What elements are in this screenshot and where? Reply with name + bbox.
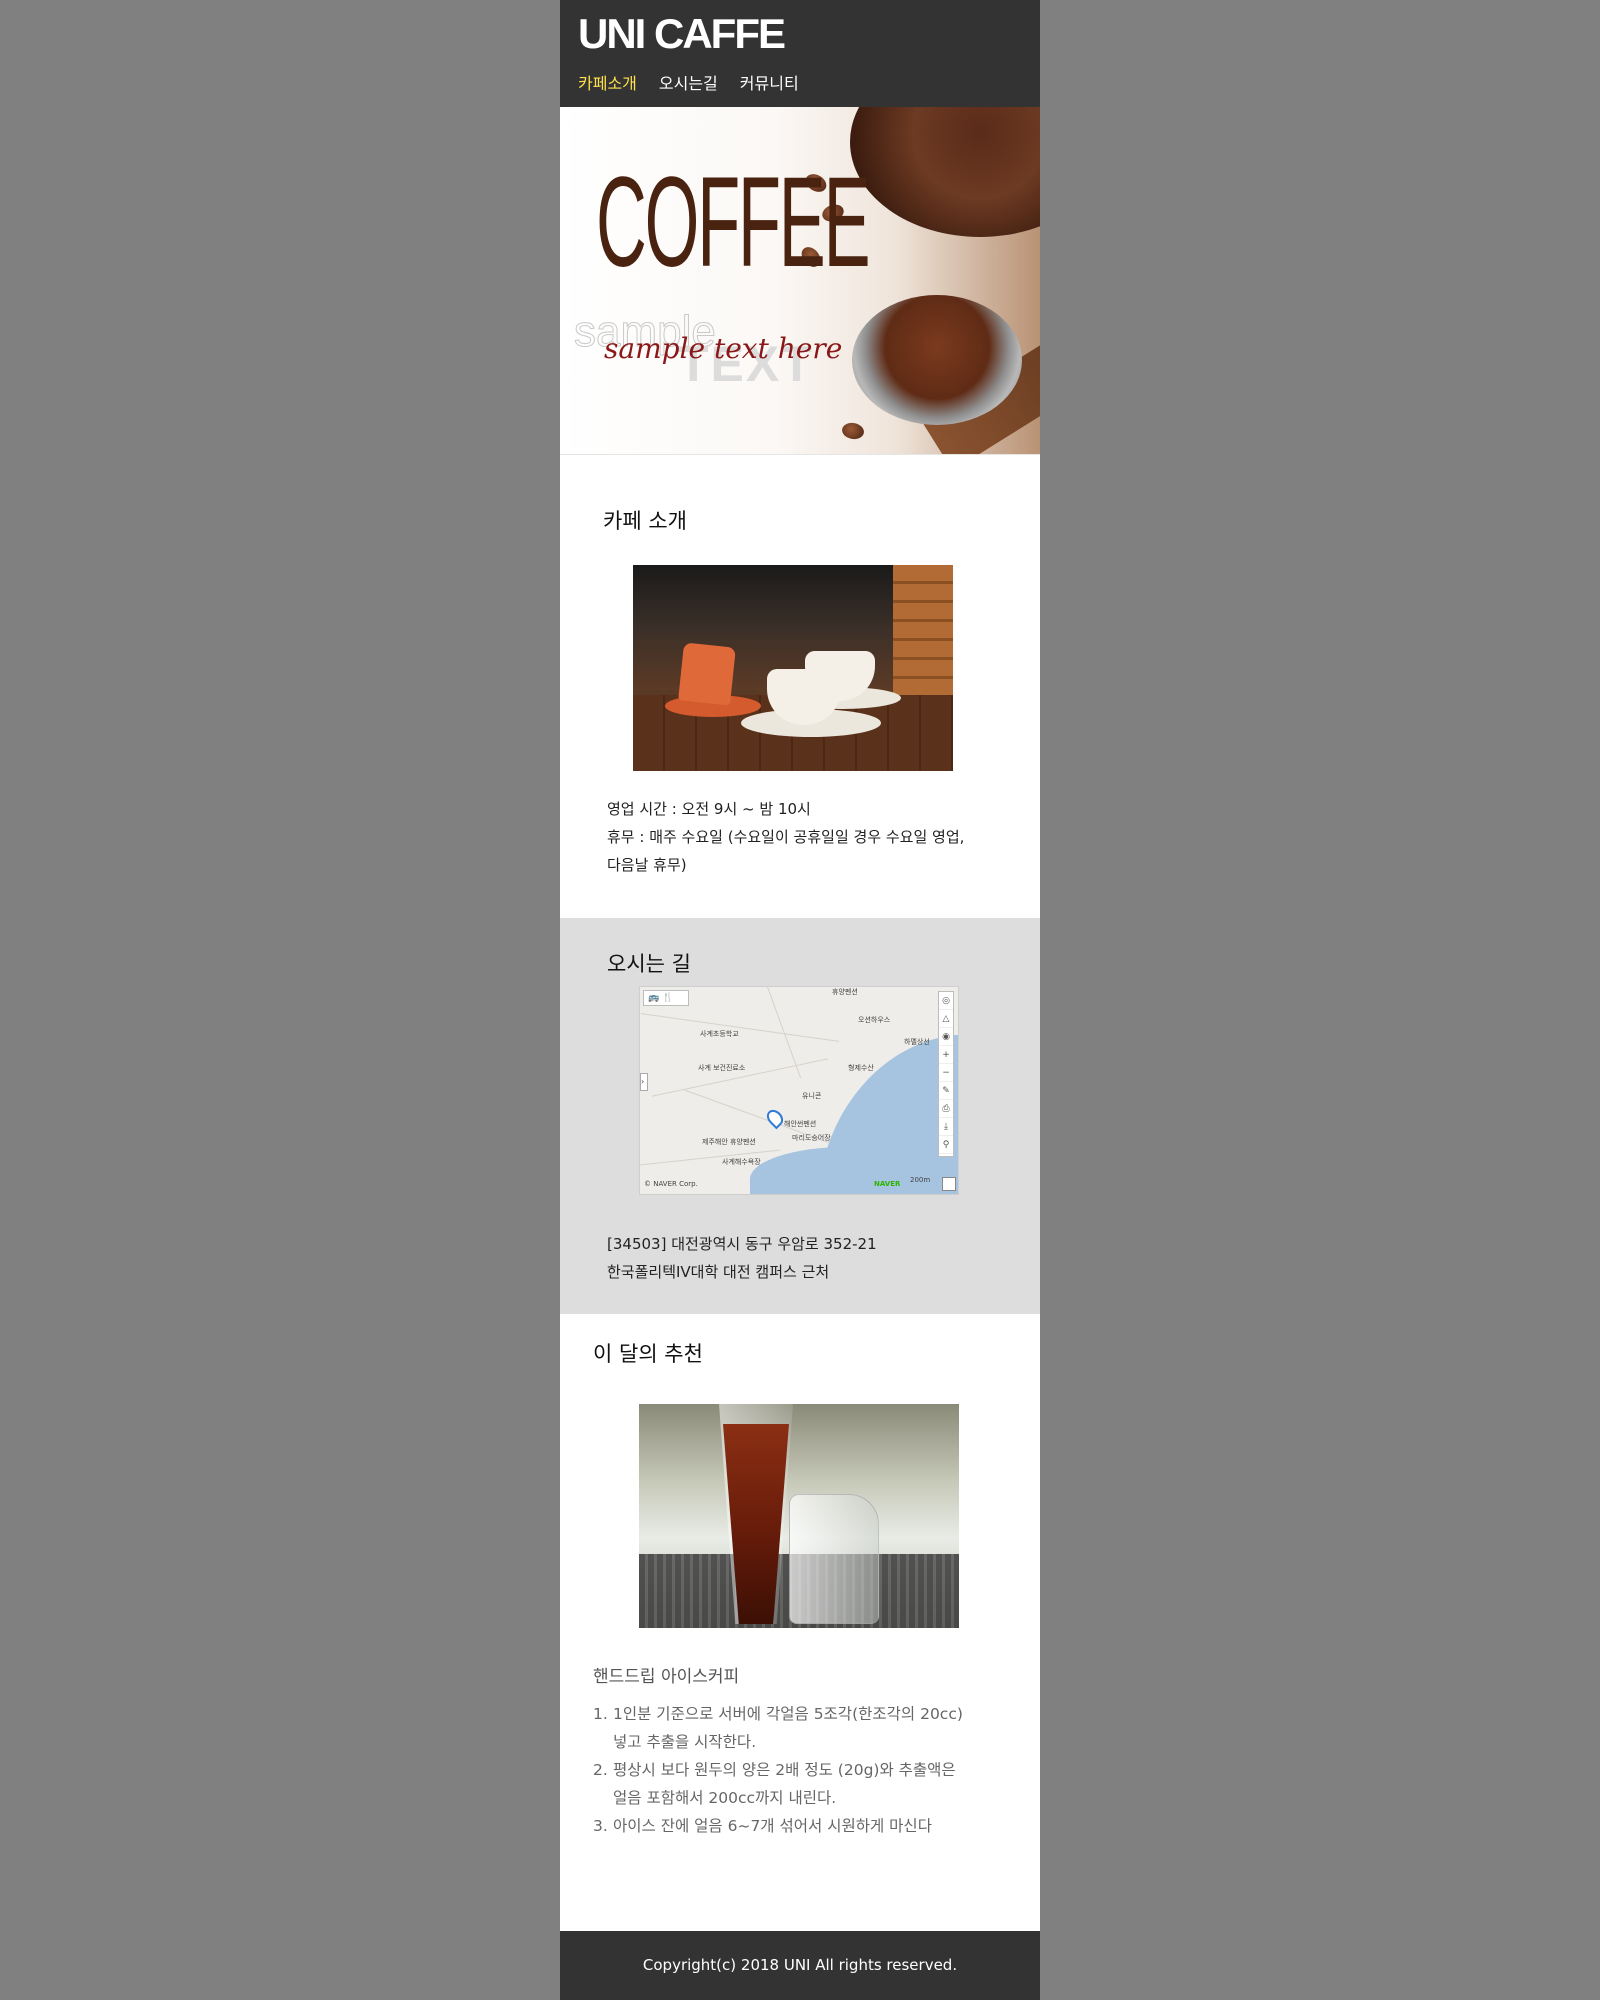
recipe-step: 3. 아이스 잔에 얼음 6~7개 섞어서 시원하게 마신다 xyxy=(593,1812,1013,1840)
recipe-step: 넣고 추출을 시작한다. xyxy=(593,1728,1013,1756)
layer-icon[interactable]: △ xyxy=(939,1010,953,1028)
closed-days-line2: 다음날 휴무) xyxy=(607,856,687,874)
coffee-bowl-image xyxy=(850,107,1040,237)
map-label: 형제수산 xyxy=(848,1064,874,1072)
map-label: 마리도승어장 xyxy=(792,1134,831,1142)
map-label: 휴양펜션 xyxy=(832,988,858,996)
map-sea xyxy=(750,1147,958,1194)
nav-community[interactable]: 커뮤니티 xyxy=(740,70,799,94)
pitcher-image xyxy=(789,1494,879,1624)
hero-title: COFFEE xyxy=(596,151,871,294)
step-line: 얼음 포함해서 200cc까지 내린다. xyxy=(613,1789,837,1807)
step-indent xyxy=(593,1728,613,1756)
recommend-title: 이 달의 추천 xyxy=(593,1342,703,1366)
cafe-photo xyxy=(633,565,953,771)
step-number: 1. xyxy=(593,1705,608,1723)
map-label: 오션하우스 xyxy=(858,1016,891,1024)
fullscreen-icon[interactable] xyxy=(942,1177,956,1191)
address-block: [34503] 대전광역시 동구 우암로 352-21 한국폴리텍IV대학 대전… xyxy=(607,1230,877,1286)
map-controls: ◎ △ ◉ + − ✎ ⎙ ⤓ ⚲ xyxy=(938,991,954,1157)
chair-image xyxy=(893,565,953,715)
nav-cafe-intro[interactable]: 카페소개 xyxy=(578,70,637,94)
address-line2: 한국폴리텍IV대학 대전 캠퍼스 근처 xyxy=(607,1263,830,1281)
closed-days-line1: 휴무 : 매주 수요일 (수요일이 공휴일일 경우 수요일 영업, xyxy=(607,828,965,846)
cafe-info-text: 영업 시간 : 오전 9시 ~ 밤 10시 휴무 : 매주 수요일 (수요일이 … xyxy=(607,795,964,879)
map-label: 사계해수욕장 xyxy=(722,1158,761,1166)
step-line: 1인분 기준으로 서버에 각얼음 5조각(한조각의 20cc) xyxy=(613,1705,963,1723)
map-label: 유니콘 xyxy=(802,1092,822,1100)
map-scale: 200m xyxy=(910,1176,931,1184)
map-label: 사계 보건진료소 xyxy=(698,1064,746,1072)
link-icon[interactable]: ⚲ xyxy=(939,1136,953,1154)
address-line1: [34503] 대전광역시 동구 우암로 352-21 xyxy=(607,1235,877,1253)
location-map[interactable]: 🚌 🍴 사계초등학교 사계 보건진료소 오션하우스 하멜상선 형제수산 유니콘 … xyxy=(639,986,959,1195)
iced-coffee-photo xyxy=(639,1404,959,1628)
recipe-step: 얼음 포함해서 200cc까지 내린다. xyxy=(593,1784,1013,1812)
map-road xyxy=(640,1013,840,1042)
step-line: 넣고 추출을 시작한다. xyxy=(613,1733,757,1751)
map-side-arrow-icon[interactable]: › xyxy=(640,1073,648,1091)
hero-script-text: sample text here xyxy=(604,332,843,365)
page: UNI CAFFE 카페소개 오시는길 커뮤니티 sample TEXT COF… xyxy=(560,0,1040,2000)
coffee-scoop-image xyxy=(852,295,1022,425)
directions-section: 오시는 길 🚌 🍴 사계초등학교 사계 보건진료소 오션하우스 하멜상선 형제수… xyxy=(560,918,1040,1314)
recipe-steps: 1. 1인분 기준으로 서버에 각얼음 5조각(한조각의 20cc) 넣고 추출을… xyxy=(593,1700,1013,1840)
map-label: 제주해안 휴양펜션 xyxy=(702,1138,756,1146)
zoom-in-icon[interactable]: + xyxy=(939,1046,953,1064)
footer-copyright: Copyright(c) 2018 UNI All rights reserve… xyxy=(642,1956,958,1974)
map-label: 해안썬펜션 xyxy=(784,1120,817,1128)
main-nav: 카페소개 오시는길 커뮤니티 xyxy=(578,70,799,94)
map-label: 하멜상선 xyxy=(904,1038,930,1046)
locate-icon[interactable]: ◎ xyxy=(939,992,953,1010)
directions-title: 오시는 길 xyxy=(607,952,691,976)
map-label: 사계초등학교 xyxy=(700,1030,739,1038)
step-number: 3. xyxy=(593,1817,608,1835)
hero-banner: sample TEXT COFFEE sample text here xyxy=(560,107,1040,455)
nav-directions[interactable]: 오시는길 xyxy=(659,70,718,94)
step-number: 2. xyxy=(593,1761,608,1779)
map-copyright: © NAVER Corp. xyxy=(644,1180,698,1188)
footer: Copyright(c) 2018 UNI All rights reserve… xyxy=(560,1931,1040,2000)
header: UNI CAFFE 카페소개 오시는길 커뮤니티 xyxy=(560,0,1040,107)
step-line: 평상시 보다 원두의 양은 2배 정도 (20g)와 추출액은 xyxy=(613,1761,956,1779)
recipe-step: 2. 평상시 보다 원두의 양은 2배 정도 (20g)와 추출액은 xyxy=(593,1756,1013,1784)
coffee-bean xyxy=(840,421,866,441)
ruler-icon[interactable]: ✎ xyxy=(939,1082,953,1100)
step-line: 아이스 잔에 얼음 6~7개 섞어서 시원하게 마신다 xyxy=(613,1817,932,1835)
recommend-section: 이 달의 추천 핸드드립 아이스커피 1. 1인분 기준으로 서버에 각얼음 5조… xyxy=(560,1314,1040,1931)
print-icon[interactable]: ⎙ xyxy=(939,1100,953,1118)
recipe-step: 1. 1인분 기준으로 서버에 각얼음 5조각(한조각의 20cc) xyxy=(593,1700,1013,1728)
map-transit-toggle[interactable]: 🚌 🍴 xyxy=(643,990,689,1006)
cafe-intro-title: 카페 소개 xyxy=(603,509,687,533)
save-icon[interactable]: ⤓ xyxy=(939,1118,953,1136)
recommend-item-name: 핸드드립 아이스커피 xyxy=(593,1667,740,1687)
zoom-out-icon[interactable]: − xyxy=(939,1064,953,1082)
cafe-intro-section: 카페 소개 영업 시간 : 오전 9시 ~ 밤 10시 휴무 : 매주 수요일 … xyxy=(560,455,1040,918)
logo[interactable]: UNI CAFFE xyxy=(578,10,786,58)
step-indent xyxy=(593,1784,613,1812)
compass-icon[interactable]: ◉ xyxy=(939,1028,953,1046)
flower-pot-image xyxy=(678,642,736,706)
map-brand: NAVER xyxy=(874,1180,901,1188)
business-hours: 영업 시간 : 오전 9시 ~ 밤 10시 xyxy=(607,800,811,818)
